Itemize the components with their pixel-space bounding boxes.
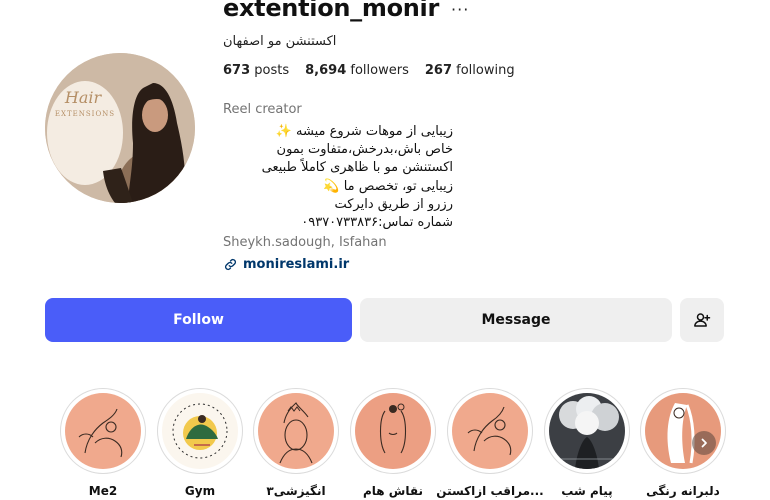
highlight-item[interactable]: نقاش هام	[350, 388, 436, 498]
svg-text:Hair: Hair	[64, 88, 103, 107]
link-text[interactable]: monireslami.ir	[243, 257, 349, 272]
highlight-label: پیام شب	[561, 484, 613, 498]
bio-line: رزرو از طریق دایرکت	[334, 196, 453, 212]
suggested-users-button[interactable]	[680, 298, 724, 342]
posts-count: 673 posts	[223, 63, 290, 78]
svg-text:EXTENSIONS: EXTENSIONS	[55, 110, 115, 118]
story-highlights: Me2 Gym انگیزشی۳ نقاش هام مراقب ازاکستن.…	[0, 388, 770, 500]
link-icon	[224, 258, 237, 271]
message-button[interactable]: Message	[360, 298, 672, 342]
profile-stats: 673 posts 8,694 followers 267 following	[223, 63, 515, 78]
highlights-next-button[interactable]	[692, 431, 716, 455]
bio-line: شماره تماس:۰۹۳۷۰۷۳۳۸۳۶	[301, 215, 453, 231]
display-name: اکستنشن مو اصفهان	[223, 34, 337, 49]
bio-line: اکستنشن مو با ظاهری کاملاً طبیعی	[261, 160, 453, 176]
profile-location[interactable]: Sheykh.sadough, Isfahan	[223, 235, 387, 250]
highlight-cover	[645, 393, 721, 469]
highlight-cover	[162, 393, 238, 469]
bio-line: زیبایی از موهات شروع میشه ✨	[275, 124, 453, 139]
highlight-label: مراقب ازاکستن...	[436, 484, 544, 498]
avatar-image: Hair EXTENSIONS	[45, 53, 195, 203]
profile-header: extention_monir ···	[223, 0, 469, 22]
highlight-label: انگیزشی۳	[266, 484, 326, 498]
highlight-item[interactable]: Me2	[60, 388, 146, 498]
profile-category: Reel creator	[223, 102, 302, 117]
highlight-label: دلبرانه رنگی	[646, 484, 720, 498]
highlight-item[interactable]: Gym	[157, 388, 243, 498]
highlight-item[interactable]: انگیزشی۳	[253, 388, 339, 498]
highlight-item[interactable]: پیام شب	[544, 388, 630, 498]
profile-bio: زیبایی از موهات شروع میشه ✨ خاص باش،بدرخ…	[223, 123, 453, 232]
more-options-icon[interactable]: ···	[451, 0, 469, 19]
follow-button[interactable]: Follow	[45, 298, 352, 342]
bio-line: خاص باش،بدرخش،متفاوت بمون	[276, 142, 453, 158]
profile-avatar[interactable]: Hair EXTENSIONS	[45, 53, 195, 203]
chevron-right-icon	[701, 438, 707, 448]
highlight-cover	[549, 393, 625, 469]
highlight-item[interactable]: مراقب ازاکستن...	[436, 388, 544, 498]
following-count[interactable]: 267 following	[425, 63, 515, 78]
username: extention_monir	[223, 0, 440, 22]
add-user-icon	[694, 313, 711, 327]
highlight-cover	[65, 393, 141, 469]
highlight-label: نقاش هام	[362, 484, 423, 498]
followers-count[interactable]: 8,694 followers	[305, 63, 409, 78]
highlight-cover	[355, 393, 431, 469]
highlight-cover	[258, 393, 334, 469]
highlight-cover	[452, 393, 528, 469]
highlight-label: Gym	[184, 484, 216, 498]
bio-line: زیبایی تو، تخصص ما 💫	[323, 178, 453, 194]
highlight-label: Me2	[88, 484, 118, 498]
profile-link[interactable]: monireslami.ir	[223, 257, 349, 272]
